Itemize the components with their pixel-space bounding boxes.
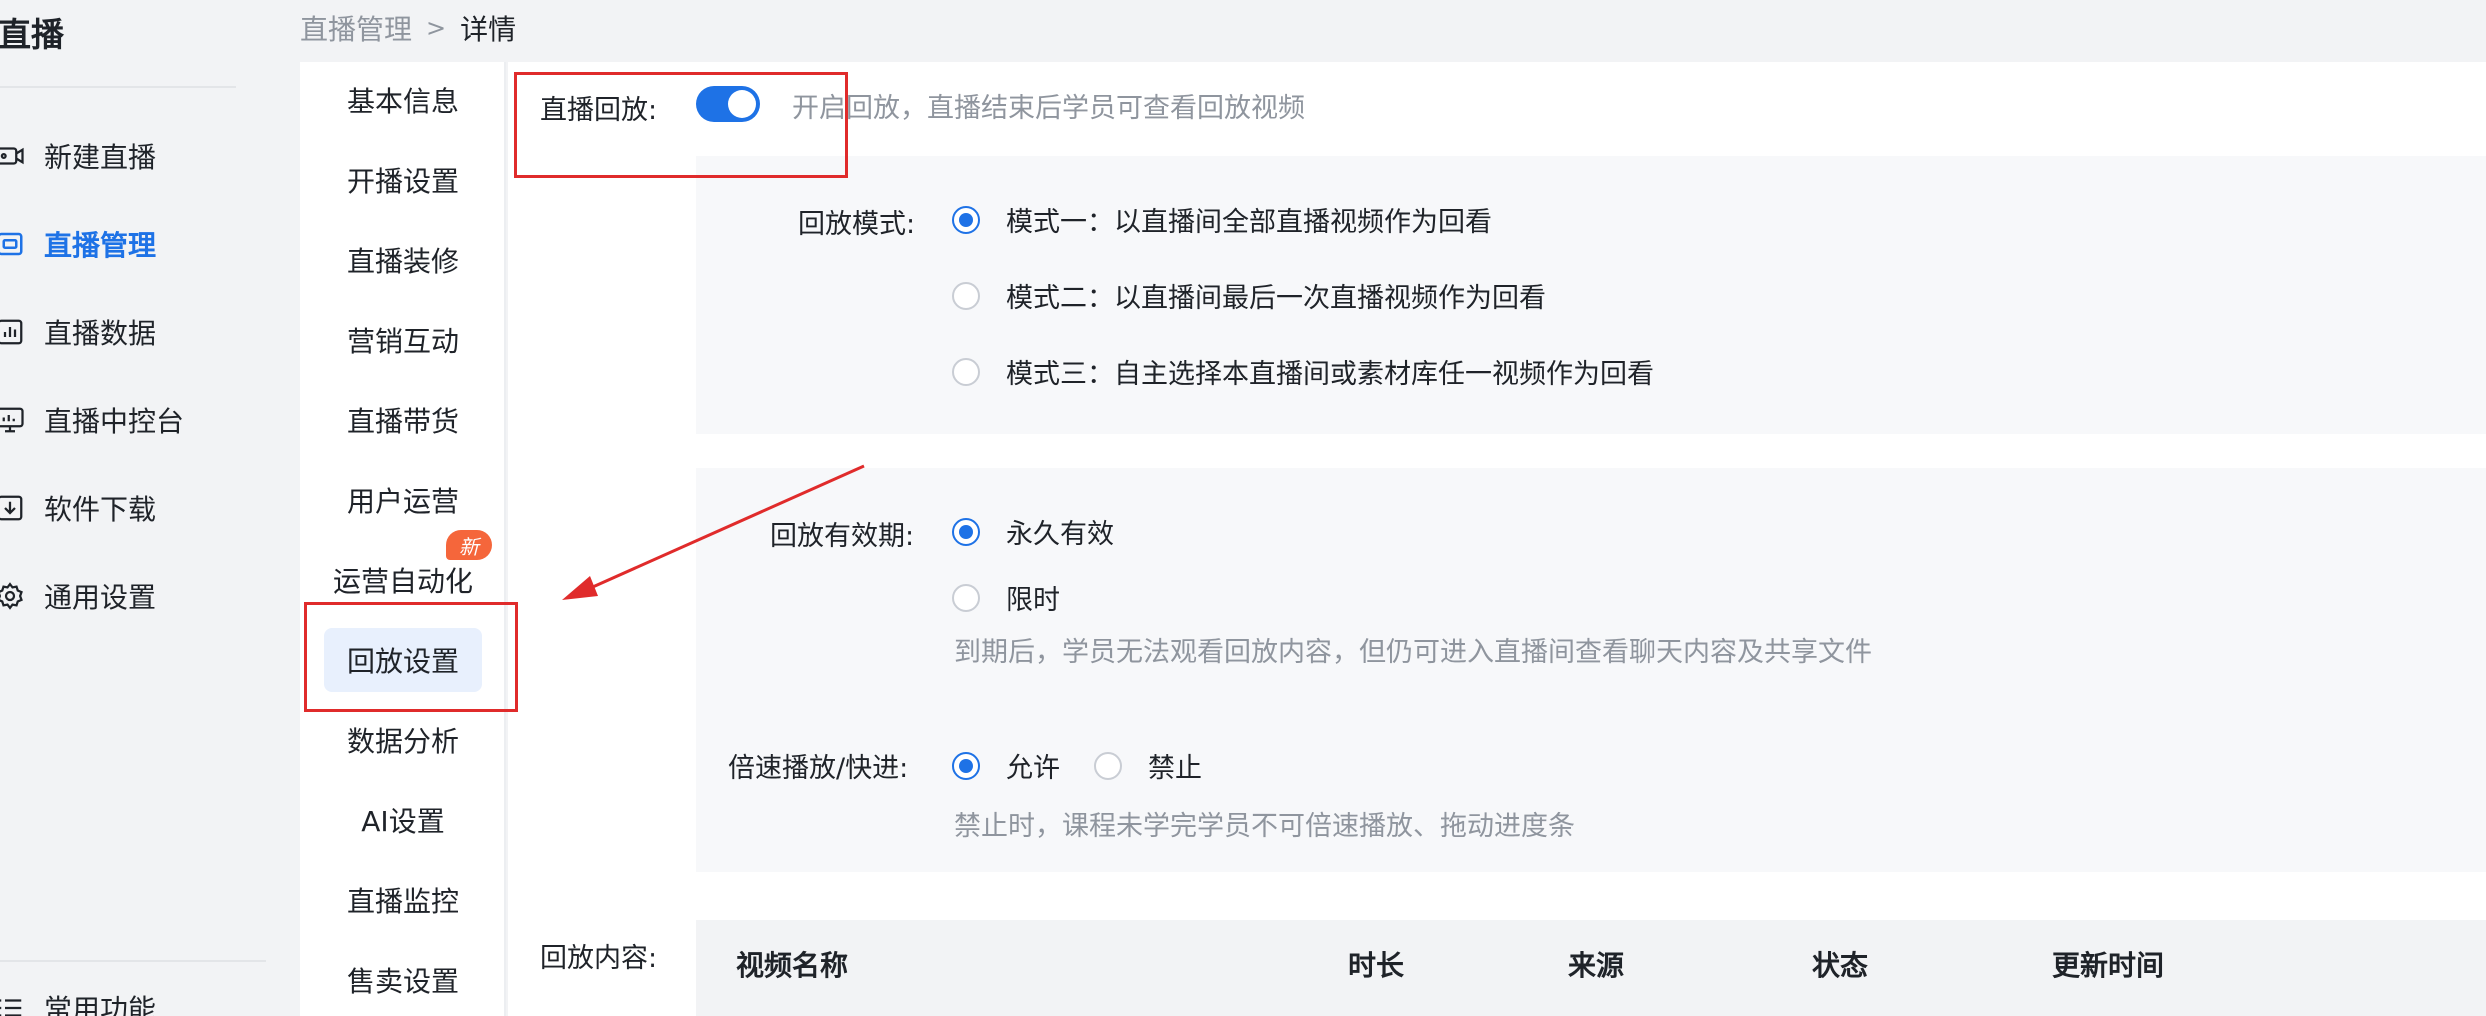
- mode-option-label: 模式三：自主选择本直播间或素材库任一视频作为回看: [1006, 359, 1654, 390]
- nav-item-download[interactable]: 软件下载: [0, 478, 156, 538]
- sub-menu-item-decoration[interactable]: 直播装修: [324, 228, 482, 292]
- nav-item-live-data[interactable]: 直播数据: [0, 302, 156, 362]
- mode-option-2[interactable]: 模式二：以直播间最后一次直播视频作为回看: [952, 276, 1546, 315]
- speed-option-forbid[interactable]: 禁止: [1094, 746, 1202, 785]
- sub-menu-item-basic-info[interactable]: 基本信息: [324, 68, 482, 132]
- replay-mode-label: 回放模式:: [798, 209, 916, 240]
- nav-item-label: 软件下载: [44, 493, 157, 526]
- nav-item-label: 直播中控台: [44, 405, 185, 438]
- validity-option-label: 永久有效: [1006, 519, 1114, 550]
- column-header-source: 来源: [1568, 949, 1625, 982]
- replay-hint: 开启回放，直播结束后学员可查看回放视频: [792, 93, 1305, 124]
- nav-item-label: 通用设置: [44, 581, 157, 614]
- breadcrumb-current: 详情: [460, 13, 517, 46]
- sub-menu-item-data-analysis[interactable]: 数据分析: [324, 708, 482, 772]
- sub-menu-item-sales[interactable]: 直播带货: [324, 388, 482, 452]
- divider: [0, 86, 236, 88]
- nav-item-console[interactable]: 直播中控台: [0, 390, 184, 450]
- validity-option-permanent[interactable]: 永久有效: [952, 512, 1114, 551]
- radio-checked[interactable]: [952, 205, 980, 234]
- speed-label: 倍速播放/快进:: [728, 753, 909, 784]
- app-title: 直播: [0, 15, 64, 54]
- nav-item-label: 直播管理: [44, 229, 157, 262]
- column-header-duration: 时长: [1348, 949, 1405, 982]
- video-camera-icon: [0, 140, 26, 172]
- validity-option-limited[interactable]: 限时: [952, 578, 1060, 617]
- list-icon: [0, 992, 26, 1016]
- sub-menu-item-ai-settings[interactable]: AI设置: [324, 788, 482, 852]
- nav-item-general-settings[interactable]: 通用设置: [0, 566, 156, 626]
- monitor-icon: [0, 404, 26, 436]
- speed-option-label: 禁止: [1148, 753, 1202, 784]
- column-header-status: 状态: [1812, 949, 1869, 982]
- sub-menu-item-start-settings[interactable]: 开播设置: [324, 148, 482, 212]
- column-header-updated-time: 更新时间: [2052, 949, 2165, 982]
- radio-unchecked[interactable]: [952, 583, 980, 612]
- new-badge: 新: [446, 530, 492, 560]
- nav-item-new-live[interactable]: 新建直播: [0, 126, 156, 186]
- sub-menu-item-sale-settings[interactable]: 售卖设置: [324, 948, 482, 1012]
- radio-unchecked[interactable]: [1094, 751, 1122, 780]
- mode-option-1[interactable]: 模式一：以直播间全部直播视频作为回看: [952, 200, 1492, 239]
- sub-menu-item-user-operations[interactable]: 用户运营: [324, 468, 482, 532]
- replay-content-table-header: 视频名称 时长 来源 状态 更新时间: [696, 920, 2486, 1016]
- nav-item-label: 直播数据: [44, 317, 157, 350]
- radio-checked[interactable]: [952, 517, 980, 546]
- annotation-box-replay-settings: [304, 602, 518, 712]
- live-screen-icon: [0, 228, 26, 260]
- radio-unchecked[interactable]: [952, 357, 980, 386]
- breadcrumb: 直播管理 > 详情: [300, 8, 516, 48]
- validity-label: 回放有效期:: [770, 521, 915, 552]
- nav-item-common-functions[interactable]: 常用功能: [0, 978, 156, 1016]
- column-header-video-name: 视频名称: [736, 949, 849, 982]
- nav-item-label: 常用功能: [44, 993, 157, 1016]
- nav-item-label: 新建直播: [44, 141, 157, 174]
- sub-menu-item-marketing[interactable]: 营销互动: [324, 308, 482, 372]
- page: 直播 新建直播 直播管理 直播数据 直播中控台 软件下载 通用设置 常用功能 直…: [0, 0, 2486, 1016]
- replay-content-label: 回放内容:: [540, 943, 658, 974]
- annotation-box-replay-toggle: [514, 72, 848, 178]
- breadcrumb-parent-link[interactable]: 直播管理: [300, 8, 412, 48]
- validity-option-label: 限时: [1006, 585, 1060, 616]
- radio-unchecked[interactable]: [952, 281, 980, 310]
- app-sidebar: 直播 新建直播 直播管理 直播数据 直播中控台 软件下载 通用设置 常用功能: [0, 0, 270, 1016]
- radio-checked[interactable]: [952, 751, 980, 780]
- validity-hint: 到期后，学员无法观看回放内容，但仍可进入直播间查看聊天内容及共享文件: [954, 637, 1872, 668]
- mode-option-3[interactable]: 模式三：自主选择本直播间或素材库任一视频作为回看: [952, 352, 1654, 391]
- breadcrumb-separator: >: [426, 14, 447, 42]
- speed-hint: 禁止时，课程未学完学员不可倍速播放、拖动进度条: [954, 811, 1575, 842]
- divider: [0, 960, 266, 962]
- gear-icon: [0, 580, 26, 612]
- sub-menu-item-monitoring[interactable]: 直播监控: [324, 868, 482, 932]
- mode-option-label: 模式二：以直播间最后一次直播视频作为回看: [1006, 283, 1546, 314]
- download-icon: [0, 492, 26, 524]
- speed-option-label: 允许: [1006, 753, 1060, 784]
- speed-option-allow[interactable]: 允许: [952, 746, 1060, 785]
- bar-chart-icon: [0, 316, 26, 348]
- detail-sub-menu: 基本信息 开播设置 直播装修 营销互动 直播带货 用户运营 运营自动化 新 回放…: [300, 62, 506, 1016]
- mode-option-label: 模式一：以直播间全部直播视频作为回看: [1006, 207, 1492, 238]
- nav-item-live-manage[interactable]: 直播管理: [0, 214, 156, 274]
